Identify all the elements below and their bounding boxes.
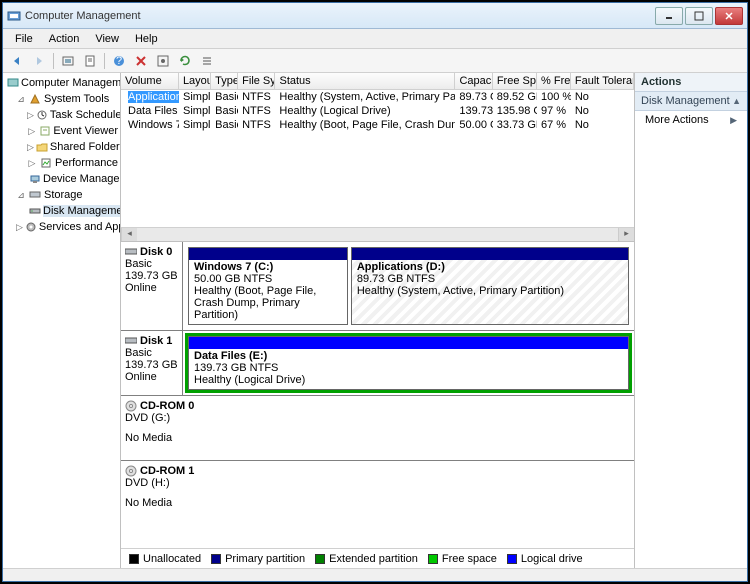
settings-button[interactable] bbox=[153, 51, 173, 71]
disk-0-row[interactable]: Disk 0 Basic 139.73 GB Online Windows 7 … bbox=[121, 242, 634, 331]
partition-datafiles[interactable]: Data Files (E:) 139.73 GB NTFS Healthy (… bbox=[188, 336, 629, 390]
col-capacity[interactable]: Capacity bbox=[455, 73, 492, 89]
volume-row[interactable]: Applications (D:)SimpleBasicNTFSHealthy … bbox=[121, 90, 634, 104]
up-button[interactable] bbox=[58, 51, 78, 71]
actions-context[interactable]: Disk Management ▲ bbox=[635, 92, 747, 111]
window-title: Computer Management bbox=[25, 10, 653, 22]
tree-services[interactable]: ▷Services and Applications bbox=[5, 219, 118, 235]
horizontal-scrollbar[interactable]: ◂▸ bbox=[121, 227, 634, 241]
app-window: Computer Management File Action View Hel… bbox=[2, 2, 748, 582]
disk-icon bbox=[125, 336, 137, 346]
partition-applications[interactable]: Applications (D:) 89.73 GB NTFS Healthy … bbox=[351, 247, 629, 325]
back-button[interactable] bbox=[7, 51, 27, 71]
tree-event-viewer[interactable]: ▷Event Viewer bbox=[5, 123, 118, 139]
partition-windows7[interactable]: Windows 7 (C:) 50.00 GB NTFS Healthy (Bo… bbox=[188, 247, 348, 325]
tree-shared-folders[interactable]: ▷Shared Folders bbox=[5, 139, 118, 155]
cdrom-1-row[interactable]: CD-ROM 1 DVD (H:) No Media bbox=[121, 461, 634, 548]
more-actions[interactable]: More Actions ▶ bbox=[635, 111, 747, 129]
menu-file[interactable]: File bbox=[7, 31, 41, 47]
volume-row[interactable]: Windows 7 (C:)SimpleBasicNTFSHealthy (Bo… bbox=[121, 118, 634, 132]
forward-button[interactable] bbox=[29, 51, 49, 71]
navigation-tree[interactable]: Computer Management (Local ⊿System Tools… bbox=[3, 73, 121, 568]
maximize-button[interactable] bbox=[685, 7, 713, 25]
collapse-icon[interactable]: ▲ bbox=[732, 96, 741, 106]
tree-performance[interactable]: ▷Performance bbox=[5, 155, 118, 171]
minimize-button[interactable] bbox=[655, 7, 683, 25]
col-pfree[interactable]: % Free bbox=[537, 73, 571, 89]
center-pane: Volume Layout Type File System Status Ca… bbox=[121, 73, 635, 568]
disk-graphical-view[interactable]: Disk 0 Basic 139.73 GB Online Windows 7 … bbox=[121, 241, 634, 548]
col-layout[interactable]: Layout bbox=[179, 73, 211, 89]
col-filesystem[interactable]: File System bbox=[238, 73, 275, 89]
actions-pane: Actions Disk Management ▲ More Actions ▶ bbox=[635, 73, 747, 568]
disk-0-info[interactable]: Disk 0 Basic 139.73 GB Online bbox=[121, 242, 183, 330]
tree-device-manager[interactable]: Device Manager bbox=[5, 171, 118, 187]
menu-action[interactable]: Action bbox=[41, 31, 88, 47]
app-icon bbox=[7, 9, 21, 23]
menu-help[interactable]: Help bbox=[127, 31, 166, 47]
col-volume[interactable]: Volume bbox=[121, 73, 179, 89]
properties-button[interactable] bbox=[80, 51, 100, 71]
delete-button[interactable] bbox=[131, 51, 151, 71]
cdrom-1-info[interactable]: CD-ROM 1 DVD (H:) No Media bbox=[121, 461, 634, 548]
titlebar[interactable]: Computer Management bbox=[3, 3, 747, 29]
list-view-icon[interactable] bbox=[197, 51, 217, 71]
volume-list[interactable]: Volume Layout Type File System Status Ca… bbox=[121, 73, 634, 241]
refresh-icon[interactable] bbox=[175, 51, 195, 71]
cdrom-icon bbox=[125, 465, 137, 477]
tree-system-tools[interactable]: ⊿System Tools bbox=[5, 91, 118, 107]
svg-text:?: ? bbox=[116, 55, 122, 67]
tree-root[interactable]: Computer Management (Local bbox=[5, 75, 118, 91]
cdrom-0-row[interactable]: CD-ROM 0 DVD (G:) No Media bbox=[121, 396, 634, 461]
disk-1-row[interactable]: Disk 1 Basic 139.73 GB Online Data Files… bbox=[121, 331, 634, 396]
col-fault[interactable]: Fault Tolerance bbox=[571, 73, 634, 89]
help-button[interactable]: ? bbox=[109, 51, 129, 71]
chevron-right-icon: ▶ bbox=[730, 115, 737, 126]
disk-1-info[interactable]: Disk 1 Basic 139.73 GB Online bbox=[121, 331, 183, 395]
cdrom-0-info[interactable]: CD-ROM 0 DVD (G:) No Media bbox=[121, 396, 634, 460]
status-bar bbox=[3, 568, 747, 581]
tree-disk-management[interactable]: Disk Management bbox=[5, 203, 118, 219]
col-free[interactable]: Free Space bbox=[493, 73, 537, 89]
toolbar: ? bbox=[3, 49, 747, 73]
disk-icon bbox=[125, 247, 137, 257]
volume-header[interactable]: Volume Layout Type File System Status Ca… bbox=[121, 73, 634, 90]
legend: Unallocated Primary partition Extended p… bbox=[121, 548, 634, 568]
menu-view[interactable]: View bbox=[87, 31, 127, 47]
cdrom-icon bbox=[125, 400, 137, 412]
col-status[interactable]: Status bbox=[275, 73, 455, 89]
actions-header: Actions bbox=[635, 73, 747, 92]
volume-row[interactable]: Data Files (E:)SimpleBasicNTFSHealthy (L… bbox=[121, 104, 634, 118]
menu-bar: File Action View Help bbox=[3, 29, 747, 49]
tree-task-scheduler[interactable]: ▷Task Scheduler bbox=[5, 107, 118, 123]
close-button[interactable] bbox=[715, 7, 743, 25]
col-type[interactable]: Type bbox=[211, 73, 238, 89]
tree-storage[interactable]: ⊿Storage bbox=[5, 187, 118, 203]
